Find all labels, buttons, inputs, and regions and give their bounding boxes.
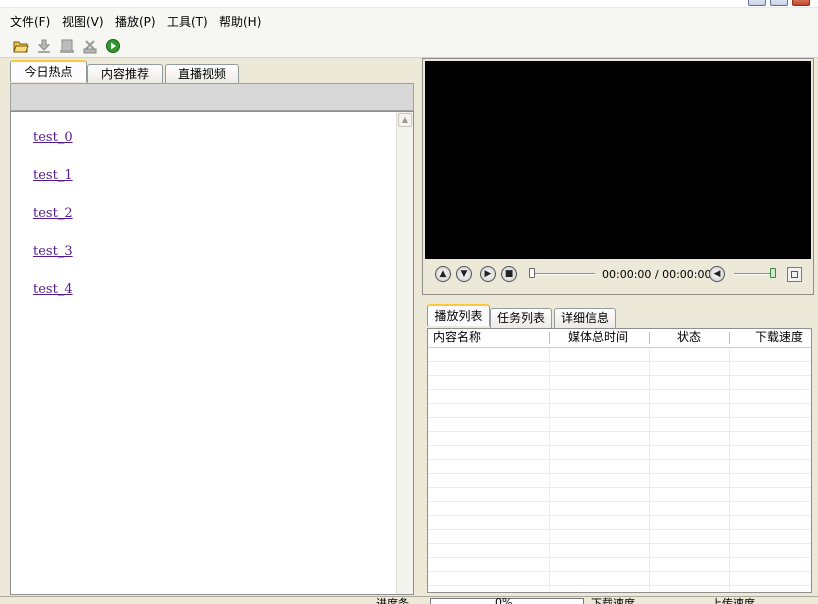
column-content-name[interactable]: 内容名称 [433,329,481,346]
play-icon[interactable] [105,38,121,54]
playlist-table: 内容名称 媒体总时间 状态 下载速度 [427,328,812,593]
menu-help[interactable]: 帮助(H) [219,13,261,30]
table-row [428,474,811,488]
tab-details[interactable]: 详细信息 [554,308,616,328]
right-tab-strip: 播放列表 任务列表 详细信息 [427,304,812,328]
list-item-link[interactable]: test_0 [33,130,73,145]
table-row [428,488,811,502]
vertical-scrollbar[interactable]: ▲ [396,112,413,594]
menu-tools[interactable]: 工具(T) [167,13,208,30]
status-progress-value: 0% [495,596,513,604]
volume-thumb[interactable] [770,268,776,278]
download-arrow-icon[interactable]: ▼ [456,266,472,282]
stop-icon[interactable]: ■ [501,266,517,282]
table-row [428,432,811,446]
column-media-duration[interactable]: 媒体总时间 [568,329,628,346]
scroll-up-icon[interactable]: ▲ [398,113,412,127]
delete-icon[interactable] [82,38,98,54]
column-download-speed[interactable]: 下载速度 [755,329,803,346]
left-tab-strip: 今日热点 内容推荐 直播视频 [10,60,414,84]
table-row [428,362,811,376]
menu-bar: 文件(F) 视图(V) 播放(P) 工具(T) 帮助(H) [0,8,818,32]
table-row [428,544,811,558]
volume-track[interactable] [734,273,774,275]
maximize-button[interactable] [770,0,788,6]
menu-file[interactable]: 文件(F) [10,13,50,30]
left-panel: 今日热点 内容推荐 直播视频 test_0 test_1 test_2 test… [7,58,415,596]
table-row [428,446,811,460]
open-folder-icon[interactable] [13,38,29,54]
list-item-link[interactable]: test_3 [33,244,73,259]
tab-task-list[interactable]: 任务列表 [490,308,552,328]
table-row [428,418,811,432]
fullscreen-icon[interactable] [787,267,802,282]
list-item-link[interactable]: test_4 [33,282,73,297]
toolbar [0,32,818,58]
status-progress-bar: 0% [430,596,584,604]
table-row [428,348,811,362]
table-row [428,502,811,516]
play-icon[interactable]: ▶ [480,266,496,282]
status-download-speed: 下载速度 [591,597,635,604]
minimize-button[interactable] [748,0,766,6]
tab-playlist[interactable]: 播放列表 [427,304,490,326]
table-row [428,390,811,404]
table-row [428,460,811,474]
right-panel: 播放列表 任务列表 详细信息 内容名称 媒体总时间 状态 下载速度 [422,301,814,596]
menu-play[interactable]: 播放(P) [115,13,156,30]
tab-recommended[interactable]: 内容推荐 [87,64,163,84]
table-row [428,530,811,544]
table-row [428,376,811,390]
volume-icon[interactable]: ◀ [709,266,725,282]
list-item-link[interactable]: test_1 [33,168,73,183]
table-header: 内容名称 媒体总时间 状态 下载速度 [428,329,811,348]
close-button[interactable] [792,0,810,6]
seek-track[interactable] [531,273,595,275]
status-progress-label: 进度条 [376,597,409,604]
save-icon[interactable] [59,38,75,54]
table-body [428,348,811,592]
link-list: test_0 test_1 test_2 test_3 test_4 ▲ [10,111,414,595]
tab-today-hot[interactable]: 今日热点 [10,60,87,82]
status-upload-speed: 上传速度 [711,597,755,604]
status-bar: 进度条 0% 下载速度 上传速度 [0,596,818,604]
list-item-link[interactable]: test_2 [33,206,73,221]
column-status[interactable]: 状态 [677,329,701,346]
time-display: 00:00:00 / 00:00:00 [602,268,712,281]
tab-live-video[interactable]: 直播视频 [165,64,239,84]
video-display[interactable] [425,61,811,259]
left-subheader [10,83,414,111]
download-icon[interactable] [36,38,52,54]
seek-thumb[interactable] [529,268,535,278]
eject-icon[interactable]: ▲ [435,266,451,282]
table-row [428,516,811,530]
title-bar [0,0,818,7]
table-row [428,572,811,586]
table-row [428,586,811,592]
table-row [428,558,811,572]
table-row [428,404,811,418]
player-controls: ▲ ▼ ▶ ■ 00:00:00 / 00:00:00 ◀ [425,259,811,292]
menu-view[interactable]: 视图(V) [62,13,104,30]
